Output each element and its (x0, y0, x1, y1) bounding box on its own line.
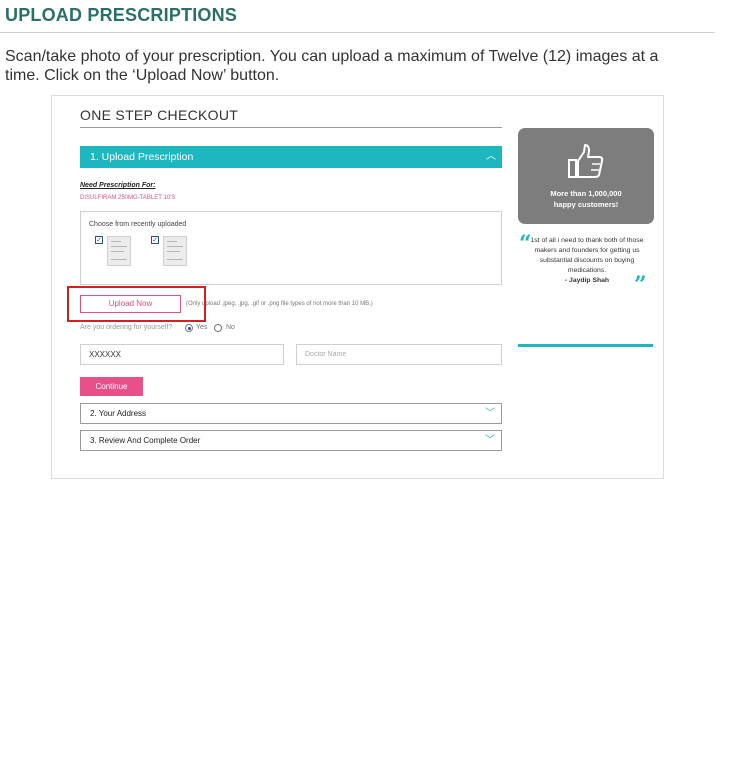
recent-uploads-label: Choose from recently uploaded (89, 221, 187, 228)
chevron-down-icon: ﹀ (485, 408, 495, 419)
need-prescription-label: Need Prescription For: (80, 182, 156, 189)
continue-button[interactable]: Continue (80, 377, 143, 396)
step-upload-prescription-header[interactable]: 1. Upload Prescription ︿ (80, 146, 502, 168)
ordering-question: Are you ordering for yourself? (80, 324, 173, 331)
step-review-complete-order[interactable]: 3. Review And Complete Order ﹀ (80, 430, 502, 451)
step-label: 1. Upload Prescription (90, 151, 194, 163)
testimonial: 1st of all i need to thank both of those… (522, 236, 652, 286)
heading-divider (0, 32, 715, 33)
checkout-title: ONE STEP CHECKOUT (80, 107, 239, 123)
radio-no-label: No (226, 324, 235, 331)
checkbox-checked-icon[interactable]: ✓ (151, 236, 159, 244)
checkout-screenshot: ONE STEP CHECKOUT 1. Upload Prescription… (51, 95, 664, 479)
step-label: 3. Review And Complete Order (90, 436, 201, 445)
chevron-down-icon: ﹀ (485, 435, 495, 446)
intro-text: Scan/take photo of your prescription. Yo… (5, 48, 659, 84)
radio-yes-label: Yes (196, 324, 208, 331)
prescription-thumbnail (163, 236, 187, 266)
chevron-up-icon: ︿ (486, 151, 496, 162)
upload-button-highlight (67, 286, 206, 322)
radio-yes[interactable] (185, 324, 193, 332)
patient-name-field[interactable]: XXXXXX (80, 344, 284, 365)
quote-close-icon: ” (634, 272, 647, 298)
recent-upload-item[interactable]: ✓ (151, 236, 191, 268)
radio-no[interactable] (214, 324, 222, 332)
prescription-thumbnail (107, 236, 131, 266)
page-heading: UPLOAD PRESCRIPTIONS (5, 5, 238, 25)
testimonial-text: 1st of all i need to thank both of those… (530, 237, 644, 274)
step-label: 2. Your Address (90, 409, 147, 418)
checkbox-checked-icon[interactable]: ✓ (95, 236, 103, 244)
recent-uploads-box: Choose from recently uploaded ✓ ✓ (80, 211, 502, 285)
medicine-name: DISULFIRAM 250MG-TABLET 10'S (80, 195, 176, 201)
happy-customers-text: More than 1,000,000 happy customers! (550, 189, 622, 209)
thumbs-up-icon (568, 144, 604, 178)
testimonial-author: - Jaydip Shah (564, 277, 610, 284)
doctor-name-field[interactable]: Doctor Name (296, 344, 502, 365)
step-your-address[interactable]: 2. Your Address ﹀ (80, 403, 502, 424)
happy-customers-card: More than 1,000,000 happy customers! (518, 128, 654, 224)
recent-upload-item[interactable]: ✓ (95, 236, 135, 268)
sidebar-divider (518, 344, 653, 347)
upload-file-note: (Only upload .jpeg, .jpg, .gif or .png f… (186, 301, 373, 307)
title-divider (80, 127, 502, 128)
